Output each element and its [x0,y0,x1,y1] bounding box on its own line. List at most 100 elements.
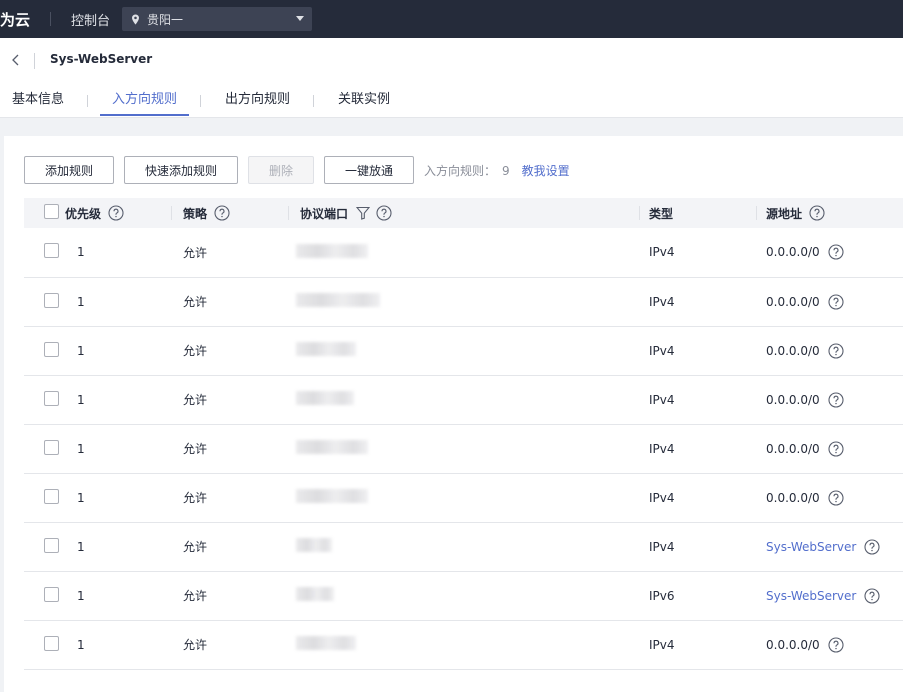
topbar-divider [50,12,51,26]
policy-value: 允许 [183,295,208,309]
type-value: IPv6 [649,588,675,603]
help-icon[interactable] [214,205,230,221]
row-checkbox[interactable] [44,537,59,553]
filter-icon[interactable] [356,206,371,220]
policy-value: 允许 [183,245,208,260]
type-value: IPv4 [649,343,675,358]
table-row: 1 允许 IPv4 0.0.0.0/0 [24,326,903,375]
row-checkbox[interactable] [44,586,59,602]
help-icon[interactable] [828,636,844,653]
add-rule-button[interactable]: 添加规则 [24,156,114,184]
toolbar: 添加规则 快速添加规则 删除 一键放通 入方向规则： 9 教我设置 [24,156,570,184]
priority-value: 1 [77,637,85,652]
policy-value: 允许 [183,344,208,358]
rule-count: 入方向规则： 9 [424,162,510,179]
rule-count-value: 9 [502,163,510,178]
help-icon[interactable] [864,587,880,604]
rule-count-label: 入方向规则： [424,163,497,178]
tab-outbound-rules[interactable]: 出方向规则 [225,89,290,118]
type-value: IPv4 [649,441,675,456]
col-priority: 优先级 [65,206,102,221]
tab-associated-instances[interactable]: 关联实例 [338,89,390,118]
col-protocol-port: 协议端口 [300,206,349,221]
source-value: 0.0.0.0/0 [766,392,820,407]
help-icon[interactable] [828,440,844,457]
tab-inbound-rules[interactable]: 入方向规则 [100,89,190,118]
tab-basic-info[interactable]: 基本信息 [12,89,64,118]
source-link[interactable]: Sys-WebServer [766,589,856,603]
table-row: 1 允许 IPv4 0.0.0.0/0 [24,277,903,326]
region-selector[interactable]: 贵阳一 [122,7,313,31]
help-icon[interactable] [376,205,392,221]
help-icon[interactable] [828,489,844,506]
delete-button[interactable]: 删除 [248,156,314,184]
redacted-protocol-port [296,538,332,552]
type-value: IPv4 [649,637,675,652]
redacted-protocol-port [296,636,356,650]
region-name: 贵阳一 [147,12,184,27]
location-pin-icon [132,13,139,25]
policy-value: 允许 [183,442,208,456]
chevron-down-icon [296,16,305,21]
priority-value: 1 [77,588,85,603]
quick-add-rule-button[interactable]: 快速添加规则 [124,156,238,184]
redacted-protocol-port [296,243,368,258]
priority-value: 1 [77,441,85,456]
source-value: 0.0.0.0/0 [766,441,820,456]
back-arrow-icon[interactable] [9,53,23,67]
help-icon[interactable] [828,342,844,359]
priority-value: 1 [77,392,85,407]
row-checkbox[interactable] [44,341,59,357]
help-icon[interactable] [828,293,844,310]
redacted-protocol-port [296,342,356,356]
page-header: Sys-WebServer 基本信息 入方向规则 出方向规则 关联实例 [0,38,903,118]
table-row: 1 允许 IPv4 0.0.0.0/0 [24,620,903,669]
policy-value: 允许 [183,589,208,603]
help-icon[interactable] [809,205,825,221]
table-row: 1 允许 IPv4 0.0.0.0/0 [24,473,903,522]
source-value: 0.0.0.0/0 [766,294,820,309]
redacted-protocol-port [296,489,368,503]
row-checkbox[interactable] [44,635,59,651]
type-value: IPv4 [649,392,675,407]
col-policy: 策略 [183,206,208,221]
row-checkbox[interactable] [44,488,59,504]
row-checkbox[interactable] [44,292,59,308]
header-divider [34,53,35,69]
tab-divider [313,95,315,107]
select-all-checkbox[interactable] [44,204,59,219]
priority-value: 1 [77,294,85,309]
priority-value: 1 [77,343,85,358]
row-checkbox[interactable] [44,390,59,406]
source-value: 0.0.0.0/0 [766,637,820,652]
source-value: 0.0.0.0/0 [766,490,820,505]
table-row: 1 允许 IPv6 Sys-WebServer [24,571,903,620]
brand-logo[interactable]: 为云 [0,9,40,30]
help-icon[interactable] [828,391,844,408]
table-header-row: 优先级 策略 协议端口 类型 源地址 [24,198,903,228]
console-link[interactable]: 控制台 [71,10,110,29]
tab-bar: 基本信息 入方向规则 出方向规则 关联实例 [0,89,390,118]
source-value: 0.0.0.0/0 [766,245,820,260]
redacted-protocol-port [296,391,354,405]
help-icon[interactable] [108,205,124,221]
table-row: 1 允许 IPv4 Sys-WebServer [24,522,903,571]
table-row: 1 允许 IPv4 0.0.0.0/0 [24,228,903,277]
row-checkbox[interactable] [44,439,59,455]
top-navbar: 为云 控制台 贵阳一 [0,0,903,38]
source-link[interactable]: Sys-WebServer [766,540,856,554]
policy-value: 允许 [183,540,208,554]
help-link[interactable]: 教我设置 [522,162,570,179]
table-row: 1 允许 IPv4 0.0.0.0/0 [24,424,903,473]
help-icon[interactable] [828,244,844,260]
policy-value: 允许 [183,638,208,652]
col-source: 源地址 [766,206,803,221]
policy-value: 允许 [183,491,208,505]
rules-panel: 添加规则 快速添加规则 删除 一键放通 入方向规则： 9 教我设置 优先级 策略 … [4,136,903,692]
allow-all-button[interactable]: 一键放通 [324,156,414,184]
inbound-rules-table: 优先级 策略 协议端口 类型 源地址 1 允许 IPv4 0.0.0.0/0 1 允许 IP… [24,198,903,670]
redacted-protocol-port [296,440,368,454]
help-icon[interactable] [864,538,880,555]
row-checkbox[interactable] [44,243,59,259]
redacted-protocol-port [296,293,380,307]
